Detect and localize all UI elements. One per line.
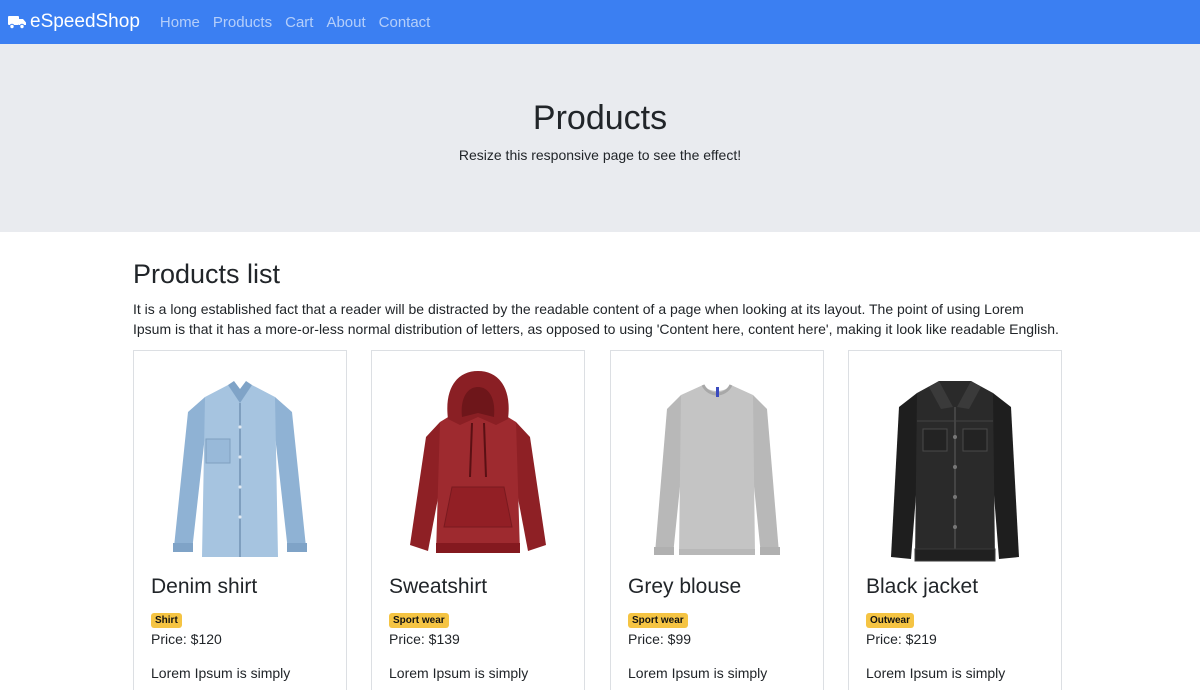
nav-link-products[interactable]: Products bbox=[213, 14, 272, 31]
page-subtitle: Resize this responsive page to see the e… bbox=[458, 147, 742, 164]
product-name: Sweatshirt bbox=[389, 575, 488, 598]
product-card-sweatshirt[interactable]: Sweatshirt Sport wear Price: $139 Lorem … bbox=[371, 350, 585, 690]
product-name: Grey blouse bbox=[628, 575, 742, 598]
product-card-grey-blouse[interactable]: Grey blouse Sport wear Price: $99 Lorem … bbox=[610, 350, 824, 690]
product-name: Denim shirt bbox=[151, 575, 258, 598]
section-intro: It is a long established fact that a rea… bbox=[133, 300, 1059, 337]
nav-link-cart[interactable]: Cart bbox=[285, 14, 313, 31]
nav-link-about[interactable]: About bbox=[326, 14, 365, 31]
sweatshirt-image bbox=[410, 371, 546, 553]
brand-name: eSpeedShop bbox=[30, 11, 140, 32]
top-navbar: eSpeedShop Home Products Cart About Cont… bbox=[0, 0, 1200, 44]
product-card-denim-shirt[interactable]: Denim shirt Shirt Price: $120 Lorem Ipsu… bbox=[133, 350, 347, 690]
section-title: Products list bbox=[133, 259, 281, 289]
grey-blouse-image bbox=[654, 384, 780, 555]
product-name: Black jacket bbox=[866, 575, 979, 598]
product-grid: Denim shirt Shirt Price: $120 Lorem Ipsu… bbox=[133, 350, 1063, 690]
category-badge: Outwear bbox=[866, 613, 915, 628]
products-section: Products list It is a long established f… bbox=[133, 232, 1063, 339]
product-price: Price: $139 bbox=[389, 631, 460, 647]
product-description: Lorem Ipsum is simply bbox=[151, 665, 291, 681]
product-price: Price: $219 bbox=[866, 631, 937, 647]
black-jacket-image bbox=[891, 381, 1019, 562]
product-price: Price: $120 bbox=[151, 631, 222, 647]
product-card-black-jacket[interactable]: Black jacket Outwear Price: $219 Lorem I… bbox=[848, 350, 1062, 690]
truck-icon bbox=[8, 16, 26, 29]
category-badge: Shirt bbox=[151, 613, 182, 628]
category-badge: Sport wear bbox=[389, 613, 449, 628]
hero-banner: Products Resize this responsive page to … bbox=[0, 44, 1200, 232]
brand-link[interactable]: eSpeedShop bbox=[8, 11, 140, 33]
product-description: Lorem Ipsum is simply bbox=[389, 665, 529, 681]
product-description: Lorem Ipsum is simply bbox=[866, 665, 1006, 681]
product-price: Price: $99 bbox=[628, 631, 692, 647]
category-badge: Sport wear bbox=[628, 613, 688, 628]
page-title: Products bbox=[532, 99, 668, 137]
product-description: Lorem Ipsum is simply bbox=[628, 665, 768, 681]
denim-shirt-image bbox=[173, 381, 307, 557]
nav-link-contact[interactable]: Contact bbox=[379, 14, 431, 31]
nav-link-home[interactable]: Home bbox=[160, 14, 200, 31]
